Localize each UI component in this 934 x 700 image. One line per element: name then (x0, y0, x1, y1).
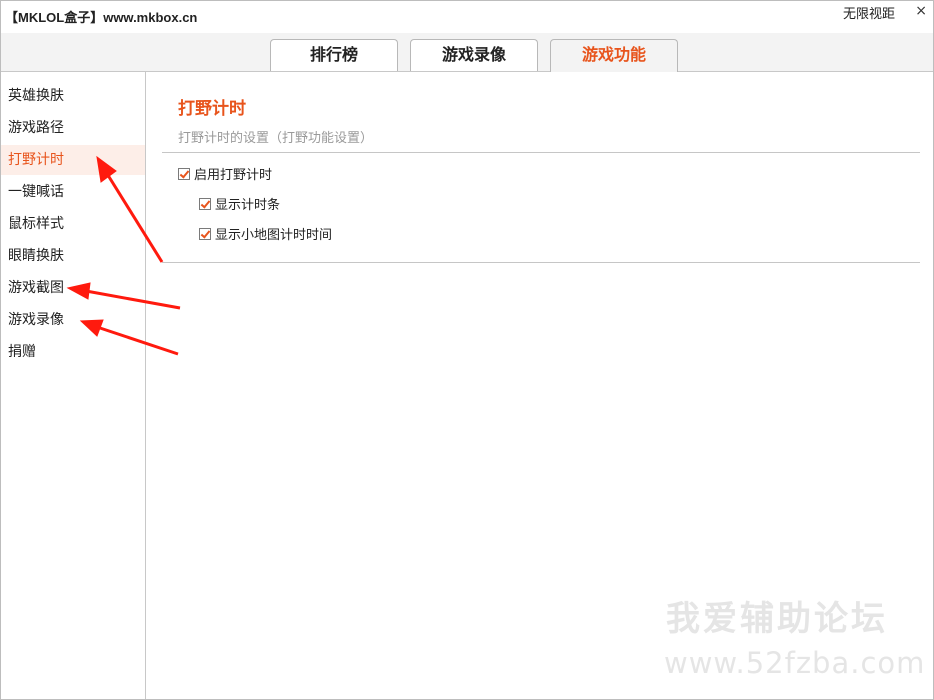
checkbox-label: 启用打野计时 (194, 168, 273, 183)
tab-game-replays[interactable]: 游戏录像 (410, 39, 538, 71)
sidebar-item-hero-skin[interactable]: 英雄换肤 (1, 81, 145, 111)
sidebar-item-donate[interactable]: 捐赠 (1, 337, 145, 367)
unlimited-view-button[interactable]: 无限视距 (843, 3, 895, 22)
checkbox-checked-icon[interactable] (199, 197, 211, 210)
checkbox-checked-icon[interactable] (199, 227, 211, 240)
show-timer-bar-checkbox[interactable]: 显示计时条 (199, 194, 280, 213)
watermark-text: 我爱辅助论坛 (666, 599, 888, 639)
sidebar-item-ward-skin[interactable]: 眼睛换肤 (1, 241, 145, 271)
tab-game-features[interactable]: 游戏功能 (550, 39, 678, 72)
enable-jungle-timer-checkbox[interactable]: 启用打野计时 (178, 164, 272, 183)
sidebar-item-mouse-style[interactable]: 鼠标样式 (1, 209, 145, 239)
title-bar: 【MKLOL盒子】www.mkbox.cn 无限视距 × (1, 1, 933, 33)
sidebar-item-screenshot[interactable]: 游戏截图 (1, 273, 145, 303)
close-icon[interactable]: × (915, 3, 927, 19)
tab-rankings[interactable]: 排行榜 (270, 39, 398, 71)
divider-top (162, 152, 920, 153)
checkbox-label: 显示小地图计时时间 (215, 228, 333, 243)
checkbox-label: 显示计时条 (215, 198, 281, 213)
sidebar: 英雄换肤 游戏路径 打野计时 一键喊话 鼠标样式 眼睛换肤 游戏截图 游戏录像 … (1, 72, 146, 699)
show-minimap-timer-checkbox[interactable]: 显示小地图计时时间 (199, 224, 332, 243)
sidebar-item-replay[interactable]: 游戏录像 (1, 305, 145, 335)
app-window: 【MKLOL盒子】www.mkbox.cn 无限视距 × 排行榜 游戏录像 游戏… (0, 0, 934, 700)
sidebar-item-jungle-timer[interactable]: 打野计时 (1, 145, 145, 175)
section-description: 打野计时的设置（打野功能设置） (178, 131, 374, 146)
tab-bar: 排行榜 游戏录像 游戏功能 (1, 33, 933, 72)
section-title: 打野计时 (178, 99, 246, 119)
sidebar-item-quick-chat[interactable]: 一键喊话 (1, 177, 145, 207)
divider-bottom (162, 262, 920, 263)
window-title: 【MKLOL盒子】www.mkbox.cn (5, 10, 198, 25)
watermark-url: www.52fzba.com (664, 646, 926, 680)
checkbox-checked-icon[interactable] (178, 167, 190, 180)
sidebar-item-game-path[interactable]: 游戏路径 (1, 113, 145, 143)
